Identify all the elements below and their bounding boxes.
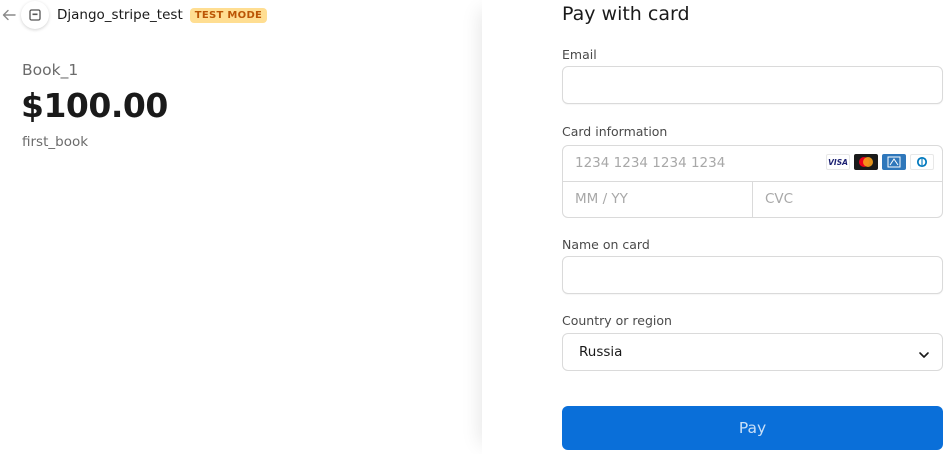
card-number-placeholder: 1234 1234 1234 1234 — [575, 155, 726, 171]
country-value: Russia — [579, 344, 623, 360]
name-on-card-label: Name on card — [562, 237, 650, 252]
card-number-field[interactable]: 1234 1234 1234 1234 VISA — [563, 146, 942, 182]
test-mode-badge: TEST MODE — [189, 7, 268, 23]
visa-icon: VISA — [826, 154, 850, 170]
mastercard-icon — [854, 154, 878, 170]
pay-button-label: Pay — [738, 419, 767, 437]
card-cvc-field[interactable]: CVC — [753, 182, 942, 217]
country-label: Country or region — [562, 313, 672, 328]
product-description: first_book — [22, 134, 89, 150]
cvc-placeholder: CVC — [765, 191, 794, 207]
name-on-card-field[interactable] — [562, 256, 943, 294]
email-field[interactable] — [562, 66, 943, 104]
merchant-logo-icon — [21, 1, 49, 29]
card-information-label: Card information — [562, 124, 668, 139]
chevron-down-icon — [918, 346, 930, 365]
product-price: $100.00 — [21, 86, 168, 125]
amex-icon — [882, 154, 906, 170]
form-title: Pay with card — [562, 3, 690, 25]
card-brands: VISA — [826, 154, 934, 170]
merchant-name: Django_stripe_test — [57, 7, 183, 23]
expiry-placeholder: MM / YY — [575, 191, 628, 207]
diners-club-icon — [910, 154, 934, 170]
product-name: Book_1 — [22, 61, 79, 79]
card-expiry-field[interactable]: MM / YY — [563, 182, 753, 217]
country-select[interactable]: Russia — [562, 333, 943, 371]
visa-icon-label: VISA — [828, 157, 848, 167]
payment-form-pane: Pay with card Email Card information 123… — [482, 0, 947, 454]
back-arrow-icon[interactable] — [0, 6, 18, 24]
email-label: Email — [562, 47, 597, 62]
order-summary-pane: Django_stripe_test TEST MODE Book_1 $100… — [0, 0, 482, 454]
pay-button[interactable]: Pay — [562, 406, 943, 450]
card-information-group: 1234 1234 1234 1234 VISA MM / YY CVC — [562, 145, 943, 218]
merchant-header: Django_stripe_test TEST MODE — [0, 1, 268, 29]
